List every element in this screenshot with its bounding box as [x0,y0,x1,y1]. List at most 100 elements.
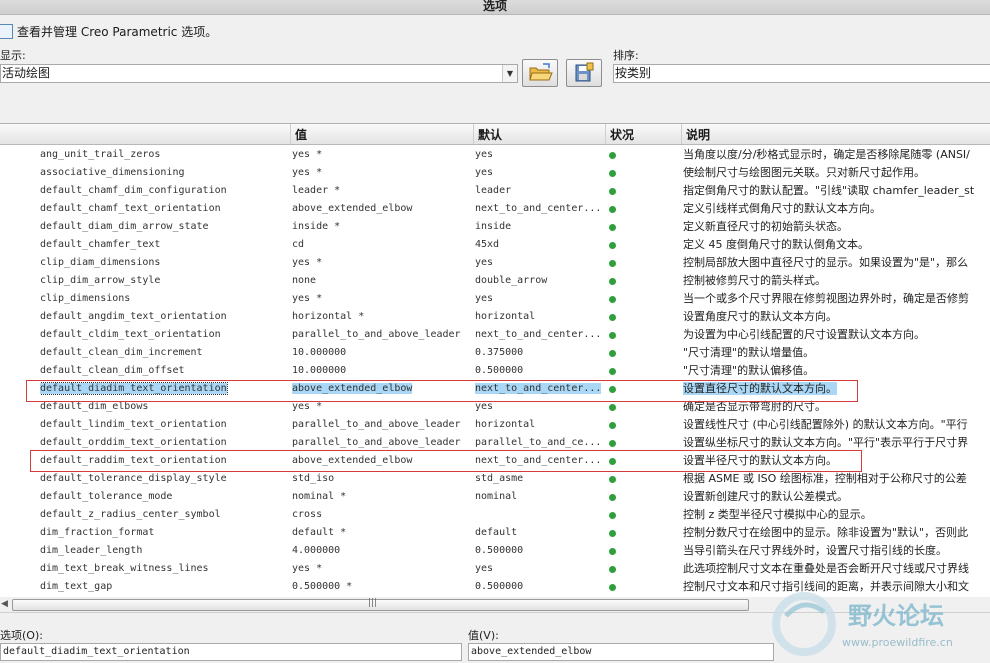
table-row[interactable]: clip_dimensions yes * yes 当一个或多个尺寸界限在修剪视图边界… [0,290,990,308]
option-name: default_tolerance_display_style [40,473,227,484]
table-row[interactable]: dim_leader_length 4.000000 0.500000 当导引箭头在尺… [0,542,990,560]
option-description: "尺寸清理"的默认增量值。 [683,346,815,359]
option-value: 10.000000 [292,365,347,376]
option-value: yes * [292,293,323,304]
header-description[interactable]: 说明 [681,124,990,144]
header-value[interactable]: 值 [290,124,473,144]
option-name: dim_fraction_format [40,527,155,538]
table-row[interactable]: default_diadim_text_orientation above_ext… [0,380,990,398]
option-description: 设置角度尺寸的默认文本方向。 [683,310,837,323]
status-cell [605,452,627,470]
table-row[interactable]: default_dim_elbows yes * yes 确定是否显示带弯肘的尺寸。 [0,398,990,416]
open-config-button[interactable] [522,59,558,87]
option-value: leader * [292,185,341,196]
chevron-down-icon[interactable]: ▼ [502,65,517,82]
status-ok-icon [609,512,616,519]
status-ok-icon [609,368,616,375]
option-description: 当导引箭头在尺寸界线外时，设置尺寸指引线的长度。 [683,544,947,557]
option-name: default_chamf_dim_configuration [40,185,227,196]
status-ok-icon [609,566,616,573]
table-row[interactable]: ang_unit_trail_zeros yes * yes 当角度以度/分/秒格式显… [0,146,990,164]
table-row[interactable]: default_tolerance_mode nominal * nominal 设置… [0,488,990,506]
table-row[interactable]: default_diam_dim_arrow_state inside * insi… [0,218,990,236]
header-status[interactable]: 状况 [605,124,681,144]
table-row[interactable]: default_lindim_text_orientation parallel_… [0,416,990,434]
table-row[interactable]: clip_dim_arrow_style none double_arrow 控制被修… [0,272,990,290]
option-value: default * [292,527,347,538]
option-default [475,506,605,524]
status-ok-icon [609,332,616,339]
status-cell [605,290,627,308]
status-cell [605,560,627,578]
status-ok-icon [609,260,616,267]
table-row[interactable]: default_angdim_text_orientation horizonta… [0,308,990,326]
status-cell [605,344,627,362]
save-config-button[interactable] [566,59,602,87]
table-row[interactable]: associative_dimensioning yes * yes 使绘制尺寸与绘图… [0,164,990,182]
option-name: dim_text_gap [40,581,113,592]
option-default: double_arrow [475,275,548,286]
table-row[interactable]: default_cldim_text_orientation parallel_t… [0,326,990,344]
option-default: horizontal [475,311,536,322]
option-name: default_chamf_text_orientation [40,203,221,214]
option-default: 0.500000 [475,581,524,592]
status-ok-icon [609,494,616,501]
window-title: 选项 [0,0,990,15]
option-name: clip_dimensions [40,293,131,304]
header-name[interactable] [0,124,290,144]
option-description: 根据 ASME 或 ISO 绘图标准，控制相对于公称尺寸的公差 [683,472,967,485]
status-cell [605,380,627,398]
table-row[interactable]: dim_text_break_witness_lines yes * yes 此选项控… [0,560,990,578]
option-value: 0.500000 * [292,581,353,592]
option-name: clip_dim_arrow_style [40,275,161,286]
option-description: 此选项控制尺寸文本在重叠处是否会断开尺寸线或尺寸界线 [683,562,969,575]
option-name: default_angdim_text_orientation [40,311,227,322]
option-description: "尺寸清理"的默认偏移值。 [683,364,815,377]
table-row[interactable]: default_orddim_text_orientation parallel_… [0,434,990,452]
table-row[interactable]: default_tolerance_display_style std_iso st… [0,470,990,488]
value-field[interactable]: above_extended_elbow [468,643,774,661]
option-value: yes * [292,149,323,160]
option-name: default_orddim_text_orientation [40,437,227,448]
option-default: yes [475,563,494,574]
option-description: 设置直径尺寸的默认文本方向。 [683,382,837,395]
option-name: default_clean_dim_increment [40,347,203,358]
table-row[interactable]: default_clean_dim_offset 10.000000 0.50000… [0,362,990,380]
show-label: 显示: [0,49,26,62]
sort-dropdown[interactable]: 按类别 [613,64,990,83]
header-default[interactable]: 默认 [473,124,605,144]
status-ok-icon [609,584,616,591]
option-name: ang_unit_trail_zeros [40,149,161,160]
table-header: 值 默认 状况 说明 [0,124,990,145]
option-field[interactable]: default_diadim_text_orientation [0,643,462,661]
option-default: inside [475,221,512,232]
option-description: 设置半径尺寸的默认文本方向。 [683,454,837,467]
table-row[interactable]: dim_fraction_format default * default 控制分数尺… [0,524,990,542]
option-description: 使绘制尺寸与绘图图元关联。只对新尺寸起作用。 [683,166,925,179]
option-value: horizontal * [292,311,365,322]
option-default: yes [475,149,494,160]
option-description: 控制局部放大图中直径尺寸的显示。如果设置为"是"，那么 [683,256,969,269]
status-ok-icon [609,422,616,429]
table-row[interactable]: default_raddim_text_orientation above_ext… [0,452,990,470]
status-cell [605,182,627,200]
table-row[interactable]: default_chamf_text_orientation above_exte… [0,200,990,218]
status-ok-icon [609,476,616,483]
option-default: parallel_to_and_ce... [475,437,602,448]
option-default: next_to_and_center... [475,455,602,466]
status-cell [605,272,627,290]
scrollbar-thumb[interactable]: ||| [12,598,749,611]
table-row[interactable]: default_chamfer_text cd 45xd 定义 45 度倒角尺寸的默认… [0,236,990,254]
option-description: 指定倒角尺寸的默认配置。"引线"读取 chamfer_leader_st [683,184,975,197]
table-row[interactable]: clip_diam_dimensions yes * yes 控制局部放大图中直径尺寸… [0,254,990,272]
status-cell [605,146,627,164]
option-description: 定义 45 度倒角尺寸的默认倒角文本。 [683,238,869,251]
sort-dropdown-value: 按类别 [615,66,652,80]
table-row[interactable]: default_clean_dim_increment 10.000000 0.37… [0,344,990,362]
table-row[interactable]: default_chamf_dim_configuration leader * l… [0,182,990,200]
scroll-left-icon[interactable]: ◀ [1,597,8,612]
table-row[interactable]: default_z_radius_center_symbol cross 控制 z … [0,506,990,524]
show-dropdown[interactable]: 活动绘图 ▼ [0,64,518,83]
option-description: 设置线性尺寸 (中心引线配置除外) 的默认文本方向。"平行 [683,418,968,431]
option-value: parallel_to_and_above_leader [292,329,461,340]
